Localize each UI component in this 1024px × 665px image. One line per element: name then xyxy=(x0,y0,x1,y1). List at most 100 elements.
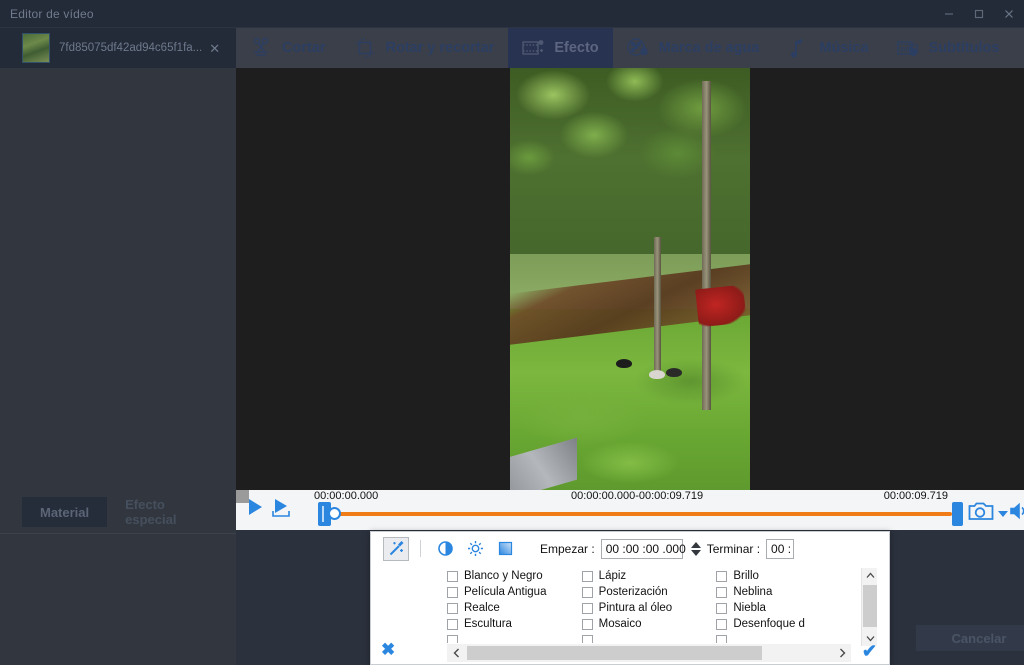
playhead-knob[interactable] xyxy=(328,507,341,520)
checkbox[interactable] xyxy=(716,602,728,614)
timeline-range-label: 00:00:00.000-00:00:09.719 xyxy=(571,490,704,502)
video-post xyxy=(654,236,661,372)
close-icon[interactable]: ✕ xyxy=(209,42,220,55)
trim-handle-right[interactable] xyxy=(952,502,963,526)
tab-label: Rotar y recortar xyxy=(385,40,495,56)
checkbox[interactable] xyxy=(716,618,728,630)
checkbox[interactable] xyxy=(716,570,728,582)
list-item[interactable]: Escultura xyxy=(447,616,582,632)
chevron-right-icon[interactable] xyxy=(833,644,851,662)
list-item[interactable]: Brillo xyxy=(716,568,851,584)
list-item[interactable]: Película Antigua xyxy=(447,584,582,600)
brightness-icon[interactable] xyxy=(462,537,488,561)
tab-musica[interactable]: Música xyxy=(773,28,882,68)
list-item[interactable] xyxy=(581,632,717,643)
tab-marca-de-agua[interactable]: Marca de agua xyxy=(613,28,774,68)
scrollbar-thumb[interactable] xyxy=(863,585,877,627)
video-preview[interactable] xyxy=(510,68,750,490)
video-bird xyxy=(615,359,632,369)
checkbox[interactable] xyxy=(581,618,593,630)
list-item[interactable]: Neblina xyxy=(716,584,851,600)
list-item[interactable]: Lápiz xyxy=(581,568,717,584)
crop-rotate-icon xyxy=(352,35,378,61)
chevron-up-icon[interactable] xyxy=(862,568,878,583)
end-time-input[interactable]: 00 : xyxy=(766,538,795,559)
dialog-confirm-icon[interactable]: ✔ xyxy=(862,642,877,660)
checkbox[interactable] xyxy=(447,618,458,630)
checkbox[interactable] xyxy=(447,586,458,598)
maximize-icon[interactable] xyxy=(964,0,994,28)
list-item[interactable]: Desenfoque d xyxy=(716,616,851,632)
chevron-down-icon[interactable] xyxy=(690,549,701,556)
list-item[interactable]: Pintura al óleo xyxy=(581,600,717,616)
list-item-label: Realce xyxy=(464,602,500,614)
list-item-label: Posterización xyxy=(598,586,668,598)
checkbox[interactable] xyxy=(581,570,593,582)
start-time-stepper[interactable] xyxy=(690,541,701,556)
tab-rotar-y-recortar[interactable]: Rotar y recortar xyxy=(340,28,509,68)
sidebar-item-efecto-especial[interactable]: Efecto especial xyxy=(107,497,236,527)
list-item[interactable] xyxy=(716,632,851,643)
tab-subtitulos[interactable]: SUB Subtítulos xyxy=(883,28,1014,68)
list-item[interactable]: Posterización xyxy=(581,584,717,600)
minimize-icon[interactable] xyxy=(934,0,964,28)
checkbox[interactable] xyxy=(716,586,728,598)
checkbox[interactable] xyxy=(447,634,458,643)
left-panel: Material Efecto especial xyxy=(0,68,236,665)
film-effect-icon xyxy=(520,35,546,61)
effects-column: Lápiz Posterización Pintura al óleo Mosa… xyxy=(581,568,717,643)
checkbox[interactable] xyxy=(447,570,458,582)
cancel-button[interactable]: Cancelar xyxy=(916,625,1024,651)
divider xyxy=(0,533,236,534)
list-item[interactable] xyxy=(447,632,582,643)
tab-efecto[interactable]: Efecto xyxy=(508,28,613,68)
list-item[interactable]: Realce xyxy=(447,600,582,616)
video-post xyxy=(702,80,711,410)
window-controls xyxy=(934,0,1024,28)
timeline-start-time: 00:00:00.000 xyxy=(314,490,379,502)
camera-icon[interactable] xyxy=(968,501,994,526)
effects-vertical-scrollbar[interactable] xyxy=(861,568,877,646)
list-item-label: Niebla xyxy=(733,602,766,614)
list-item[interactable]: Blanco y Negro xyxy=(447,568,582,584)
tab-label: Efecto xyxy=(554,40,599,56)
player-controls: 00:00:00.000 00:00:00.000-00:00:09.719 0… xyxy=(236,490,1024,530)
effects-checkbox-list: Blanco y Negro Película Antigua Realce E… xyxy=(447,568,851,643)
watermark-icon xyxy=(625,35,651,61)
scissors-icon xyxy=(248,35,274,61)
list-item[interactable]: Niebla xyxy=(716,600,851,616)
speaker-icon[interactable] xyxy=(1009,502,1024,525)
window-title: Editor de vídeo xyxy=(10,6,94,21)
timeline-track[interactable] xyxy=(332,512,952,516)
tab-cortar[interactable]: Cortar xyxy=(236,28,340,68)
main-toolbar: Cortar Rotar y recortar Efecto Marca de … xyxy=(236,28,1024,68)
play-icon[interactable] xyxy=(245,497,265,522)
checkbox[interactable] xyxy=(447,602,458,614)
checkbox[interactable] xyxy=(581,602,593,614)
checkbox[interactable] xyxy=(581,634,593,643)
chevron-up-icon[interactable] xyxy=(690,541,701,548)
play-segment-icon[interactable] xyxy=(271,497,293,524)
scrollbar-thumb[interactable] xyxy=(467,646,762,660)
list-item[interactable]: Mosaico xyxy=(581,616,717,632)
saturation-icon[interactable] xyxy=(492,537,518,561)
close-icon[interactable] xyxy=(994,0,1024,28)
list-item-label: Blanco y Negro xyxy=(464,570,543,582)
chevron-down-icon[interactable] xyxy=(998,511,1008,517)
checkbox[interactable] xyxy=(716,634,728,643)
left-panel-tabs: Material Efecto especial xyxy=(22,497,236,527)
list-item-label: Neblina xyxy=(733,586,773,598)
magic-wand-icon[interactable] xyxy=(383,536,409,561)
tab-label: Cortar xyxy=(282,40,326,56)
checkbox[interactable] xyxy=(581,586,593,598)
tab-label: Subtítulos xyxy=(928,40,1000,56)
contrast-icon[interactable] xyxy=(432,537,458,561)
list-item-label: Brillo xyxy=(733,570,759,582)
list-item-label: Lápiz xyxy=(598,570,627,582)
sidebar-item-material[interactable]: Material xyxy=(22,497,108,527)
timeline-end-time: 00:00:09.719 xyxy=(883,490,948,502)
dialog-cancel-icon[interactable]: ✖ xyxy=(381,641,395,658)
chevron-left-icon[interactable] xyxy=(447,644,465,662)
effects-horizontal-scrollbar[interactable] xyxy=(447,644,851,662)
start-time-input[interactable]: 00 :00 :00 .000 xyxy=(600,538,686,559)
